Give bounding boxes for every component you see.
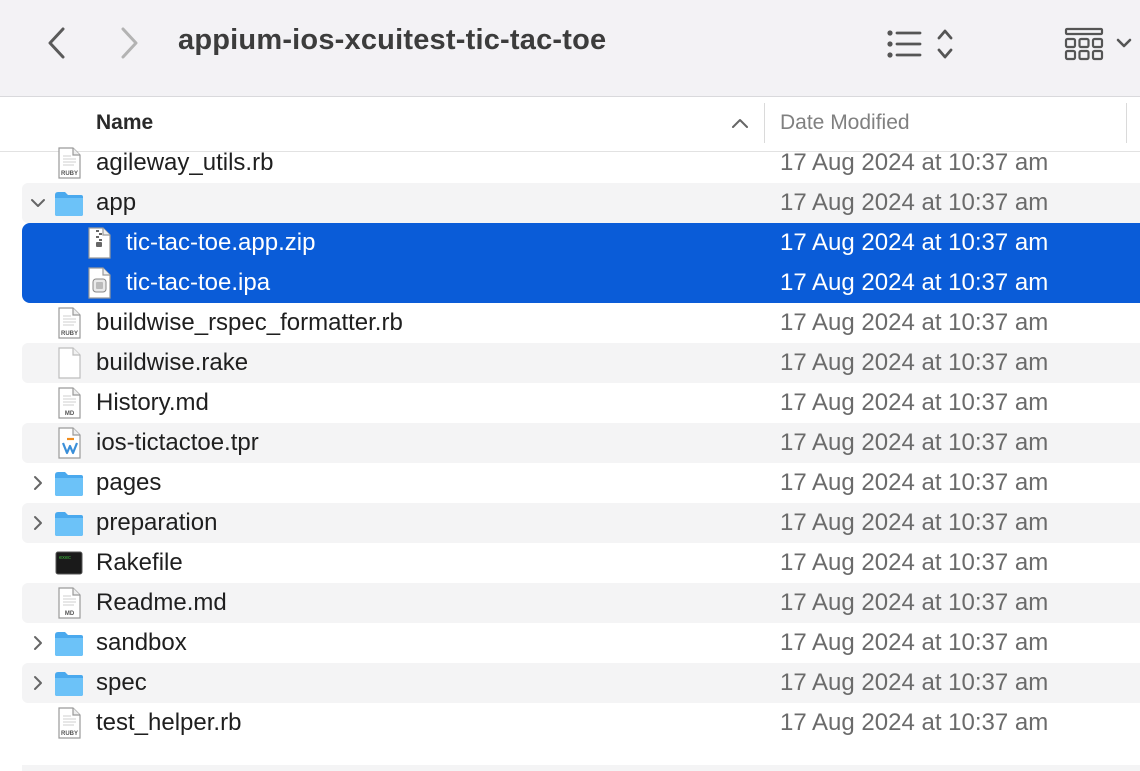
file-date-modified: 17 Aug 2024 at 10:37 am (780, 269, 1049, 296)
group-button[interactable] (1062, 24, 1140, 64)
blank-file-icon (54, 347, 84, 379)
view-options-button[interactable] (884, 26, 958, 62)
list-item[interactable]: preparation 17 Aug 2024 at 10:37 am (22, 503, 1140, 543)
file-name: spec (96, 669, 147, 696)
zip-file-icon (84, 227, 114, 259)
file-date-modified: 17 Aug 2024 at 10:37 am (780, 349, 1049, 376)
folder-icon (54, 467, 84, 499)
list-item[interactable]: spec 17 Aug 2024 at 10:37 am (22, 663, 1140, 703)
svg-text:MD: MD (65, 411, 75, 417)
list-item[interactable]: RUBY agileway_utils.rb 17 Aug 2024 at 10:… (22, 143, 1140, 183)
file-name: tic-tac-toe.ipa (126, 269, 271, 296)
ipa-file-icon (84, 267, 114, 299)
toolbar: appium-ios-xcuitest-tic-tac-toe (0, 0, 1140, 97)
file-date-modified: 17 Aug 2024 at 10:37 am (780, 589, 1049, 616)
file-name: preparation (96, 509, 218, 536)
column-name-header[interactable]: Name (96, 111, 153, 135)
folder-icon (54, 667, 84, 699)
ruby-file-icon: RUBY (54, 147, 84, 179)
list-item[interactable]: RUBY test_helper.rb 17 Aug 2024 at 10:37 … (22, 703, 1140, 743)
list-item[interactable]: buildwise.rake 17 Aug 2024 at 10:37 am (22, 343, 1140, 383)
file-name: Readme.md (96, 589, 227, 616)
file-name: test_helper.rb (96, 709, 242, 736)
file-date-modified: 17 Aug 2024 at 10:37 am (780, 629, 1049, 656)
column-divider[interactable] (764, 103, 765, 143)
group-grid-icon (1064, 27, 1132, 61)
terminal-exec-icon: exec (54, 547, 84, 579)
chevron-right-icon (121, 27, 138, 59)
forward-button[interactable] (112, 26, 146, 60)
file-name: pages (96, 469, 162, 496)
svg-text:RUBY: RUBY (61, 331, 78, 337)
file-date-modified: 17 Aug 2024 at 10:37 am (780, 549, 1049, 576)
file-date-modified: 17 Aug 2024 at 10:37 am (780, 149, 1049, 176)
chevron-right-icon[interactable] (30, 515, 46, 531)
file-name: buildwise_rspec_formatter.rb (96, 309, 403, 336)
folder-icon (54, 187, 84, 219)
file-name: agileway_utils.rb (96, 149, 274, 176)
file-date-modified: 17 Aug 2024 at 10:37 am (780, 469, 1049, 496)
ruby-file-icon: RUBY (54, 307, 84, 339)
list-item[interactable]: MD Readme.md 17 Aug 2024 at 10:37 am (22, 583, 1140, 623)
list-item[interactable]: MD History.md 17 Aug 2024 at 10:37 am (22, 383, 1140, 423)
file-date-modified: 17 Aug 2024 at 10:37 am (780, 229, 1049, 256)
list-item[interactable]: app 17 Aug 2024 at 10:37 am (22, 183, 1140, 223)
folder-icon (54, 627, 84, 659)
file-date-modified: 17 Aug 2024 at 10:37 am (780, 509, 1049, 536)
list-view-icon (887, 29, 953, 59)
back-button[interactable] (40, 26, 74, 60)
chevron-left-icon (48, 27, 65, 59)
svg-text:RUBY: RUBY (61, 171, 78, 177)
ruby-file-icon: RUBY (54, 707, 84, 739)
column-date-modified-header[interactable]: Date Modified (780, 111, 910, 135)
file-name: ios-tictactoe.tpr (96, 429, 259, 456)
svg-text:exec: exec (59, 555, 71, 561)
window-title: appium-ios-xcuitest-tic-tac-toe (178, 24, 607, 56)
list-item[interactable]: tic-tac-toe.app.zip 17 Aug 2024 at 10:37 … (22, 223, 1140, 263)
file-date-modified: 17 Aug 2024 at 10:37 am (780, 669, 1049, 696)
list-item[interactable]: ios-tictactoe.tpr 17 Aug 2024 at 10:37 am (22, 423, 1140, 463)
file-name: tic-tac-toe.app.zip (126, 229, 316, 256)
markdown-file-icon: MD (54, 587, 84, 619)
chevron-right-icon[interactable] (30, 475, 46, 491)
list-item[interactable]: RUBY buildwise_rspec_formatter.rb 17 Aug … (22, 303, 1140, 343)
chevron-down-icon[interactable] (30, 195, 46, 211)
svg-text:MD: MD (65, 611, 75, 617)
file-date-modified: 17 Aug 2024 at 10:37 am (780, 709, 1049, 736)
file-name: Rakefile (96, 549, 183, 576)
markdown-file-icon: MD (54, 387, 84, 419)
file-name: sandbox (96, 629, 187, 656)
column-divider[interactable] (1126, 103, 1127, 143)
sort-ascending-icon (730, 115, 750, 131)
file-date-modified: 17 Aug 2024 at 10:37 am (780, 309, 1049, 336)
list-item[interactable] (22, 765, 1140, 771)
file-date-modified: 17 Aug 2024 at 10:37 am (780, 429, 1049, 456)
list-item[interactable]: exec Rakefile 17 Aug 2024 at 10:37 am (22, 543, 1140, 583)
folder-icon (54, 507, 84, 539)
svg-text:RUBY: RUBY (61, 731, 78, 737)
file-name: buildwise.rake (96, 349, 249, 376)
file-date-modified: 17 Aug 2024 at 10:37 am (780, 389, 1049, 416)
file-name: app (96, 189, 137, 216)
chevron-right-icon[interactable] (30, 675, 46, 691)
file-date-modified: 17 Aug 2024 at 10:37 am (780, 189, 1049, 216)
testwise-project-icon (54, 427, 84, 459)
file-name: History.md (96, 389, 209, 416)
list-item[interactable]: pages 17 Aug 2024 at 10:37 am (22, 463, 1140, 503)
list-item[interactable]: sandbox 17 Aug 2024 at 10:37 am (22, 623, 1140, 663)
chevron-right-icon[interactable] (30, 635, 46, 651)
list-item[interactable]: tic-tac-toe.ipa 17 Aug 2024 at 10:37 am (22, 263, 1140, 303)
